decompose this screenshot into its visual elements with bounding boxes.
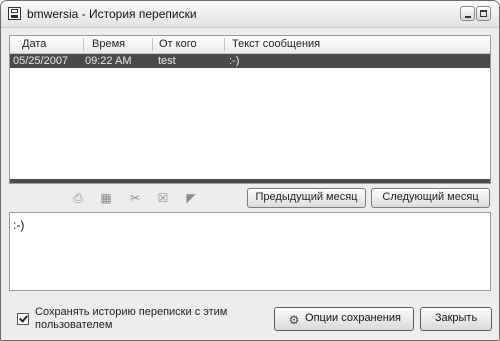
maximize-button[interactable] [476, 6, 491, 21]
save-options-label: Опции сохранения [305, 312, 401, 324]
previous-month-button[interactable]: Предыдущий месяц [247, 188, 366, 208]
column-separator[interactable] [83, 38, 84, 51]
close-button[interactable]: Закрыть [420, 307, 492, 331]
list-bottom-border [10, 179, 490, 183]
column-header-date[interactable]: Дата [22, 38, 46, 50]
open-folder-icon[interactable]: ◤ [184, 191, 198, 205]
cell-text: :-) [229, 55, 240, 67]
window-title: bmwersia - История переписки [27, 7, 197, 21]
save-disk-icon [8, 7, 21, 20]
save-history-label[interactable]: Сохранять историю переписки с этим польз… [35, 306, 265, 332]
message-view[interactable]: :-) [9, 212, 491, 291]
column-header-from[interactable]: От кого [159, 38, 197, 50]
cell-from: test [158, 55, 176, 67]
cell-date: 05/25/2007 [13, 55, 69, 67]
close-label: Закрыть [434, 312, 478, 324]
save-history-checkbox[interactable] [17, 313, 29, 325]
delete-icon[interactable]: ☒ [156, 191, 170, 205]
message-text: :-) [13, 218, 25, 232]
column-header-time[interactable]: Время [92, 38, 125, 50]
table-row[interactable]: 05/25/2007 09:22 AM test :-) [10, 54, 490, 68]
column-header-text[interactable]: Текст сообщения [232, 38, 320, 50]
cut-icon[interactable]: ✂ [128, 191, 142, 205]
next-month-button[interactable]: Следующий месяц [371, 188, 490, 208]
title-bar: bmwersia - История переписки [1, 1, 499, 28]
cell-time: 09:22 AM [85, 55, 132, 67]
column-separator[interactable] [152, 38, 153, 51]
list-header: Дата Время От кого Текст сообщения [10, 36, 490, 54]
next-month-label: Следующий месяц [382, 191, 479, 203]
print-icon[interactable]: ⎙ [71, 191, 85, 205]
minimize-button[interactable] [460, 6, 475, 21]
column-separator[interactable] [224, 38, 225, 51]
save-options-button[interactable]: ⚙ Опции сохранения [274, 307, 414, 331]
message-history-list[interactable]: Дата Время От кого Текст сообщения 05/25… [9, 35, 491, 184]
save-icon[interactable]: ▦ [99, 191, 113, 205]
options-icon: ⚙ [288, 313, 300, 327]
history-window: bmwersia - История переписки Дата Время … [0, 0, 500, 341]
previous-month-label: Предыдущий месяц [255, 191, 358, 203]
